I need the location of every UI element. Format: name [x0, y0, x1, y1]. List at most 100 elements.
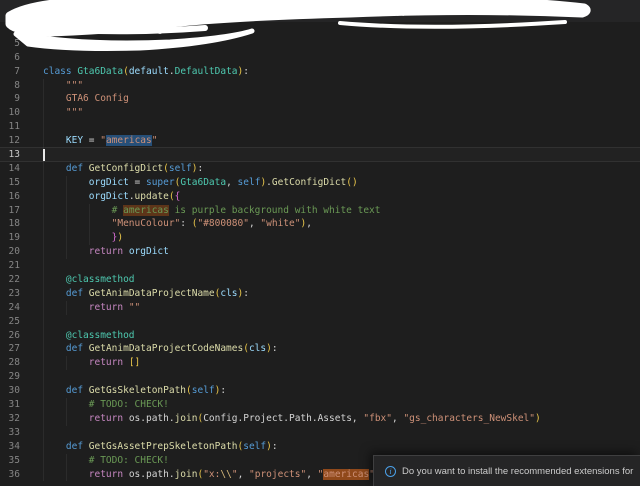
indent-guide	[43, 411, 44, 426]
code-line[interactable]: 9 GTA6 Config	[0, 92, 640, 107]
indent-guide	[43, 203, 44, 218]
code-line[interactable]: 7 class Gta6Data(default.DefaultData):	[0, 65, 640, 79]
line-number[interactable]: 19	[0, 231, 20, 245]
code-text: """	[65, 107, 84, 119]
code-line[interactable]: 13	[0, 147, 640, 162]
breadcrumb-item[interactable]: RS	[248, 6, 262, 17]
line-number[interactable]: 9	[0, 92, 20, 106]
breadcrumb-item[interactable]: python	[203, 6, 233, 17]
code-line[interactable]: 21	[0, 259, 640, 274]
code-line[interactable]: 24 return ""	[0, 300, 640, 315]
code-line[interactable]: 23 def GetAnimDataProjectName(cls):	[0, 286, 640, 301]
indent-guide	[43, 398, 44, 412]
code-line[interactable]: 19 })	[0, 231, 640, 246]
line-number[interactable]: 13	[0, 148, 20, 162]
line-number[interactable]: 15	[0, 176, 20, 190]
code-text: orgDict = super(Gta6Data, self).GetConfi…	[88, 176, 358, 188]
code-line[interactable]: 32 return os.path.join(Config.Project.Pa…	[0, 411, 640, 426]
breadcrumb-separator-icon: >	[267, 5, 273, 17]
code-line[interactable]: 22 @classmethod	[0, 273, 640, 287]
code-line[interactable]: 31 # TODO: CHECK!	[0, 398, 640, 412]
code-line[interactable]: 10 """	[0, 106, 640, 121]
code-line[interactable]: 27 def GetAnimDataProjectCodeNames(cls):	[0, 342, 640, 357]
info-icon: i	[385, 465, 396, 477]
code-line[interactable]: 34 def GetGsAssetPrepSkeletonPath(self):	[0, 439, 640, 454]
code-line[interactable]: 11	[0, 120, 640, 135]
line-number[interactable]: 6	[0, 51, 20, 65]
line-number[interactable]: 26	[0, 329, 20, 343]
code-text: @classmethod	[65, 329, 135, 341]
indent-guide	[88, 231, 90, 246]
code-line[interactable]: 16 orgDict.update({	[0, 189, 640, 204]
indent-guide	[43, 161, 44, 176]
line-number[interactable]: 32	[0, 412, 20, 426]
line-number[interactable]: 21	[0, 259, 20, 273]
text-cursor	[43, 149, 45, 161]
breadcrumb-item[interactable]: _ProjectsData	[277, 6, 340, 17]
code-line[interactable]: 33	[0, 425, 640, 440]
python-icon	[355, 6, 365, 16]
line-number[interactable]: 12	[0, 134, 20, 148]
code-text: # TODO: CHECK!	[88, 454, 169, 466]
line-number[interactable]: 5	[0, 37, 20, 51]
code-line[interactable]: 17 # americas is purple background with …	[0, 203, 640, 218]
breadcrumb-bar: python > RS > _ProjectsData > GTA6.py	[0, 0, 640, 22]
code-text: def GetAnimDataProjectCodeNames(cls):	[65, 343, 278, 355]
line-number[interactable]: 17	[0, 204, 20, 218]
code-text: def GetGsSkeletonPath(self):	[65, 385, 227, 397]
code-editor[interactable]: 4 from RS import Config 5 6 7 class Gta6Data(…	[0, 22, 640, 486]
line-number[interactable]: 29	[0, 370, 20, 384]
line-number[interactable]: 28	[0, 356, 20, 370]
line-number[interactable]: 22	[0, 273, 20, 287]
notification-message: Do you want to install the recommended e…	[402, 465, 634, 477]
line-number[interactable]: 24	[0, 301, 20, 315]
line-number[interactable]: 7	[0, 65, 20, 79]
line-number[interactable]: 33	[0, 426, 20, 440]
line-number[interactable]: 36	[0, 468, 20, 482]
line-number[interactable]: 27	[0, 342, 20, 356]
line-number[interactable]: 8	[0, 79, 20, 93]
indent-guide	[65, 203, 67, 218]
notification-toast[interactable]: i Do you want to install the recommended…	[373, 455, 640, 486]
line-number[interactable]: 10	[0, 106, 20, 120]
code-line[interactable]: 15 orgDict = super(Gta6Data, self).GetCo…	[0, 175, 640, 190]
line-number[interactable]: 34	[0, 440, 20, 454]
indent-guide	[65, 189, 67, 204]
code-line[interactable]: 28 return []	[0, 356, 640, 371]
indent-guide	[43, 328, 44, 343]
code-line[interactable]: 5	[0, 37, 640, 51]
code-text: KEY = "americas"	[65, 135, 158, 147]
line-number[interactable]: 18	[0, 217, 20, 231]
code-line[interactable]: 20 return orgDict	[0, 245, 640, 260]
code-line[interactable]: 8 """	[0, 78, 640, 93]
indent-guide	[65, 453, 67, 468]
line-number[interactable]: 16	[0, 190, 20, 204]
breadcrumb-item[interactable]: GTA6.py	[355, 6, 407, 17]
code-line[interactable]: 4 from RS import Config	[0, 23, 640, 37]
indent-guide	[65, 467, 67, 482]
indent-guide	[43, 439, 44, 454]
code-line[interactable]: 26 @classmethod	[0, 328, 640, 343]
indent-guide	[43, 78, 44, 93]
indent-guide	[43, 175, 44, 190]
indent-guide	[43, 92, 44, 107]
line-number[interactable]: 11	[0, 120, 20, 134]
line-number[interactable]: 20	[0, 245, 20, 259]
code-line[interactable]: 14 def GetConfigDict(self):	[0, 161, 640, 176]
code-line[interactable]: 30 def GetGsSkeletonPath(self):	[0, 384, 640, 399]
code-line[interactable]: 12 KEY = "americas"	[0, 134, 640, 149]
code-line[interactable]: 25	[0, 314, 640, 329]
code-line[interactable]: 29	[0, 370, 640, 385]
vscode-window: python > RS > _ProjectsData > GTA6.py 4 from RS…	[0, 0, 640, 486]
line-number[interactable]: 31	[0, 398, 20, 412]
indent-guide	[43, 453, 44, 468]
line-number[interactable]: 35	[0, 454, 20, 468]
line-number[interactable]: 25	[0, 315, 20, 329]
line-number[interactable]: 23	[0, 287, 20, 301]
line-number[interactable]: 30	[0, 384, 20, 398]
line-number[interactable]: 14	[0, 162, 20, 176]
line-number[interactable]: 4	[0, 23, 20, 37]
indent-guide	[43, 384, 44, 399]
code-line[interactable]: 18 "MenuColour": ("#800080", "white"),	[0, 217, 640, 232]
code-line[interactable]: 6	[0, 51, 640, 65]
